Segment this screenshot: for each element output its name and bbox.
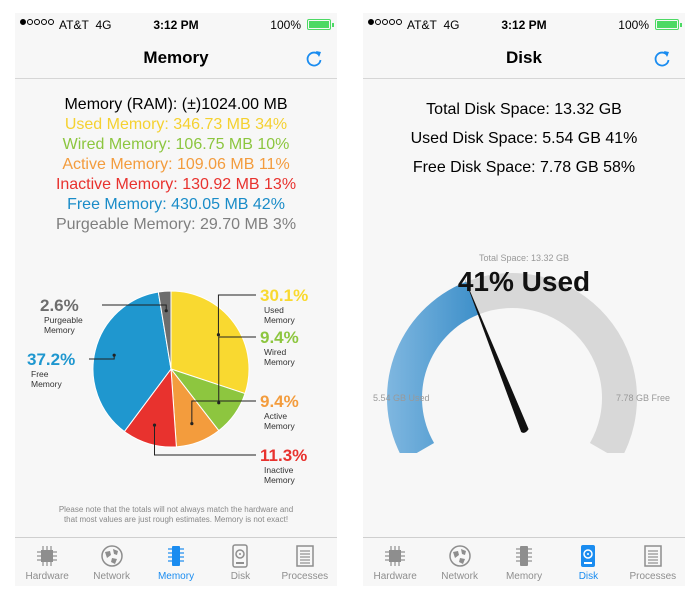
- memory-stat-line: Free Memory: 430.05 MB 42%: [67, 196, 285, 213]
- tab-hardware[interactable]: Hardware: [15, 538, 79, 586]
- disk-screen: AT&T 4G 3:12 PM 100% Disk Total Disk Spa…: [363, 13, 685, 586]
- gauge-used-label: 5.54 GB Used: [373, 393, 430, 403]
- pie-leader-dot: [152, 423, 157, 427]
- disk-icon: [232, 544, 249, 568]
- memory-stat-line: Inactive Memory: 130.92 MB 13%: [55, 176, 297, 193]
- tab-hardware[interactable]: Hardware: [363, 538, 427, 586]
- memory-icon: [168, 546, 185, 566]
- pie-value-label: 30.1%: [260, 286, 308, 305]
- pie-category-label: Memory: [264, 357, 295, 367]
- memory-icon: [516, 546, 533, 566]
- status-bar: AT&T 4G 3:12 PM 100%: [363, 13, 685, 35]
- chip-icon: [37, 546, 58, 566]
- memory-stat-line: Active Memory: 109.06 MB 11%: [62, 156, 290, 173]
- pie-leader-dot: [217, 401, 221, 405]
- memory-stat-line: Memory (RAM): (±)1024.00 MB: [64, 96, 288, 113]
- disk-icon: [581, 545, 596, 567]
- total-disk-line: Total Disk Space: 13.32 GB: [426, 101, 622, 118]
- tab-bar: Hardware Network Memory Disk Processes: [363, 537, 685, 586]
- pie-value-label: 9.4%: [260, 392, 299, 411]
- pie-category-label: Memory: [31, 379, 62, 389]
- note-line: Please note that the totals will not alw…: [58, 505, 294, 514]
- tab-processes[interactable]: Processes: [621, 538, 685, 586]
- pie-category-label: Inactive: [264, 465, 294, 475]
- memory-screen: AT&T 4G 3:12 PM 100% Memory Memory (RAM)…: [15, 13, 337, 586]
- tab-label: Disk: [230, 571, 251, 582]
- refresh-icon[interactable]: [303, 47, 325, 69]
- tab-label: Processes: [281, 571, 329, 582]
- pie-leader-dot: [216, 333, 221, 337]
- pie-category-label: Used: [264, 305, 284, 315]
- tab-disk[interactable]: Disk: [556, 538, 620, 586]
- pie-value-label: 2.6%: [40, 296, 79, 315]
- pie-category-label: Memory: [264, 475, 295, 485]
- pie-leader-dot: [164, 309, 168, 313]
- battery-icon: [307, 19, 334, 30]
- tab-label: Processes: [629, 571, 677, 582]
- disk-gauge: Total Space: 13.32 GB 41% Used 5.54 GB Use…: [373, 253, 670, 453]
- disk-stats: Total Disk Space: 13.32 GB Used Disk Spa…: [363, 95, 685, 182]
- pie-category-label: Free: [31, 369, 49, 379]
- disclaimer-note: Please note that the totals will not alw…: [35, 505, 317, 525]
- tab-processes[interactable]: Processes: [273, 538, 337, 586]
- used-disk-line: Used Disk Space: 5.54 GB 41%: [410, 130, 638, 147]
- gauge-free-arc: [465, 273, 637, 453]
- memory-pie-chart: 30.1%UsedMemory9.4%WiredMemory9.4%Active…: [27, 286, 308, 485]
- page-title: Memory: [143, 48, 209, 67]
- globe-icon: [448, 545, 471, 567]
- pie-category-label: Memory: [264, 315, 295, 325]
- tab-label: Network: [93, 571, 130, 582]
- tab-network[interactable]: Network: [79, 538, 143, 586]
- pie-leader-dot: [190, 422, 194, 426]
- tab-label: Memory: [157, 571, 195, 582]
- pie-category-label: Purgeable: [44, 315, 83, 325]
- tab-bar: Hardware Network Memory Disk Processes: [15, 537, 337, 586]
- tab-memory[interactable]: Memory: [144, 538, 208, 586]
- gauge-percent-label: 41% Used: [458, 266, 590, 297]
- list-icon: [296, 545, 314, 567]
- pie-category-label: Memory: [44, 325, 75, 335]
- memory-stat-line: Wired Memory: 106.75 MB 10%: [62, 136, 290, 153]
- tab-label: Network: [441, 571, 478, 582]
- chip-icon: [385, 546, 406, 566]
- globe-icon: [100, 545, 123, 567]
- pie-value-label: 37.2%: [27, 350, 75, 369]
- gauge-total-label: Total Space: 13.32 GB: [479, 253, 569, 263]
- battery-percent: 100%: [618, 18, 649, 32]
- battery-icon: [655, 19, 682, 30]
- tab-label: Disk: [578, 571, 599, 582]
- nav-bar: Memory: [15, 35, 337, 79]
- battery-percent: 100%: [270, 18, 301, 32]
- nav-bar: Disk: [363, 35, 685, 79]
- gauge-used-arc: [387, 281, 479, 453]
- gauge-free-label: 7.78 GB Free: [616, 393, 670, 403]
- list-icon: [644, 545, 662, 567]
- pie-category-label: Wired: [264, 347, 286, 357]
- memory-stat-line: Purgeable Memory: 29.70 MB 3%: [55, 216, 297, 233]
- pie-category-label: Memory: [264, 421, 295, 431]
- memory-stats: Memory (RAM): (±)1024.00 MB Used Memory: …: [15, 95, 337, 235]
- page-title: Disk: [506, 48, 542, 67]
- tab-label: Hardware: [25, 571, 69, 582]
- note-line: that most values are just rough estimate…: [63, 515, 289, 524]
- pie-value-label: 9.4%: [260, 328, 299, 347]
- pie-value-label: 11.3%: [260, 446, 307, 465]
- tab-label: Hardware: [373, 571, 417, 582]
- tab-disk[interactable]: Disk: [208, 538, 272, 586]
- status-bar: AT&T 4G 3:12 PM 100%: [15, 13, 337, 35]
- refresh-icon[interactable]: [651, 47, 673, 69]
- tab-label: Memory: [505, 571, 543, 582]
- tab-memory[interactable]: Memory: [492, 538, 556, 586]
- pie-category-label: Active: [264, 411, 287, 421]
- memory-stat-line: Used Memory: 346.73 MB 34%: [64, 116, 288, 133]
- pie-leader-dot: [112, 353, 116, 357]
- tab-network[interactable]: Network: [427, 538, 491, 586]
- free-disk-line: Free Disk Space: 7.78 GB 58%: [412, 159, 636, 176]
